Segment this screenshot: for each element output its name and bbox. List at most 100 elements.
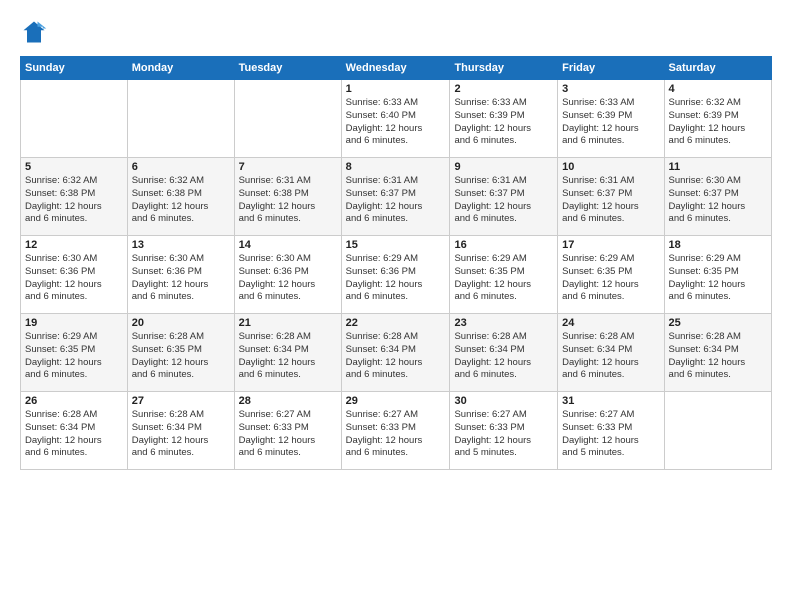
day-info: Sunrise: 6:33 AM Sunset: 6:39 PM Dayligh…: [562, 97, 659, 148]
day-info: Sunrise: 6:32 AM Sunset: 6:38 PM Dayligh…: [25, 175, 123, 226]
calendar-cell: 21 Sunrise: 6:28 AM Sunset: 6:34 PM Dayli…: [234, 314, 341, 392]
day-number: 3: [562, 83, 659, 95]
calendar-cell: 12 Sunrise: 6:30 AM Sunset: 6:36 PM Dayli…: [21, 236, 128, 314]
day-info: Sunrise: 6:29 AM Sunset: 6:35 PM Dayligh…: [669, 253, 767, 304]
day-number: 25: [669, 317, 767, 329]
calendar-cell: [234, 80, 341, 158]
week-row-4: 19Sunrise: 6:29 AM Sunset: 6:35 PM Dayli…: [21, 314, 772, 392]
day-info: Sunrise: 6:32 AM Sunset: 6:38 PM Dayligh…: [132, 175, 230, 226]
day-info: Sunrise: 6:28 AM Sunset: 6:34 PM Dayligh…: [132, 409, 230, 460]
day-number: 22: [346, 317, 446, 329]
day-info: Sunrise: 6:27 AM Sunset: 6:33 PM Dayligh…: [454, 409, 553, 460]
calendar-cell: 20 Sunrise: 6:28 AM Sunset: 6:35 PM Dayli…: [127, 314, 234, 392]
day-number: 6: [132, 161, 230, 173]
day-info: Sunrise: 6:27 AM Sunset: 6:33 PM Dayligh…: [239, 409, 337, 460]
calendar-cell: 4Sunrise: 6:32 AM Sunset: 6:39 PM Daylig…: [664, 80, 771, 158]
day-info: Sunrise: 6:30 AM Sunset: 6:37 PM Dayligh…: [669, 175, 767, 226]
calendar-cell: 31 Sunrise: 6:27 AM Sunset: 6:33 PM Dayli…: [558, 392, 664, 470]
day-number: 12: [25, 239, 123, 251]
day-info: Sunrise: 6:28 AM Sunset: 6:34 PM Dayligh…: [454, 331, 553, 382]
calendar-cell: [21, 80, 128, 158]
day-number: 18: [669, 239, 767, 251]
day-info: Sunrise: 6:29 AM Sunset: 6:36 PM Dayligh…: [346, 253, 446, 304]
day-info: Sunrise: 6:31 AM Sunset: 6:37 PM Dayligh…: [454, 175, 553, 226]
day-number: 16: [454, 239, 553, 251]
day-info: Sunrise: 6:33 AM Sunset: 6:40 PM Dayligh…: [346, 97, 446, 148]
day-number: 10: [562, 161, 659, 173]
calendar-cell: [127, 80, 234, 158]
calendar-cell: [664, 392, 771, 470]
day-number: 1: [346, 83, 446, 95]
week-row-3: 12 Sunrise: 6:30 AM Sunset: 6:36 PM Dayli…: [21, 236, 772, 314]
day-number: 27: [132, 395, 230, 407]
calendar-cell: 16 Sunrise: 6:29 AM Sunset: 6:35 PM Dayli…: [450, 236, 558, 314]
week-row-5: 26Sunrise: 6:28 AM Sunset: 6:34 PM Dayli…: [21, 392, 772, 470]
day-number: 24: [562, 317, 659, 329]
day-info: Sunrise: 6:33 AM Sunset: 6:39 PM Dayligh…: [454, 97, 553, 148]
day-number: 20: [132, 317, 230, 329]
week-row-2: 5 Sunrise: 6:32 AM Sunset: 6:38 PM Daylig…: [21, 158, 772, 236]
day-info: Sunrise: 6:28 AM Sunset: 6:34 PM Dayligh…: [562, 331, 659, 382]
calendar-cell: 25Sunrise: 6:28 AM Sunset: 6:34 PM Dayli…: [664, 314, 771, 392]
weekday-header-sunday: Sunday: [21, 57, 128, 80]
day-number: 2: [454, 83, 553, 95]
day-number: 21: [239, 317, 337, 329]
calendar-cell: 13 Sunrise: 6:30 AM Sunset: 6:36 PM Dayli…: [127, 236, 234, 314]
day-info: Sunrise: 6:29 AM Sunset: 6:35 PM Dayligh…: [25, 331, 123, 382]
calendar-cell: 3 Sunrise: 6:33 AM Sunset: 6:39 PM Daylig…: [558, 80, 664, 158]
calendar-cell: 27 Sunrise: 6:28 AM Sunset: 6:34 PM Dayli…: [127, 392, 234, 470]
day-number: 23: [454, 317, 553, 329]
calendar-cell: 7 Sunrise: 6:31 AM Sunset: 6:38 PM Daylig…: [234, 158, 341, 236]
logo: [20, 18, 52, 46]
weekday-header-wednesday: Wednesday: [341, 57, 450, 80]
day-info: Sunrise: 6:30 AM Sunset: 6:36 PM Dayligh…: [25, 253, 123, 304]
day-number: 15: [346, 239, 446, 251]
day-number: 9: [454, 161, 553, 173]
calendar-cell: 22 Sunrise: 6:28 AM Sunset: 6:34 PM Dayli…: [341, 314, 450, 392]
weekday-header-row: SundayMondayTuesdayWednesdayThursdayFrid…: [21, 57, 772, 80]
weekday-header-monday: Monday: [127, 57, 234, 80]
calendar-cell: 14 Sunrise: 6:30 AM Sunset: 6:36 PM Dayli…: [234, 236, 341, 314]
day-info: Sunrise: 6:29 AM Sunset: 6:35 PM Dayligh…: [562, 253, 659, 304]
day-info: Sunrise: 6:30 AM Sunset: 6:36 PM Dayligh…: [239, 253, 337, 304]
calendar-cell: 11 Sunrise: 6:30 AM Sunset: 6:37 PM Dayli…: [664, 158, 771, 236]
calendar-cell: 28 Sunrise: 6:27 AM Sunset: 6:33 PM Dayli…: [234, 392, 341, 470]
calendar-cell: 19Sunrise: 6:29 AM Sunset: 6:35 PM Dayli…: [21, 314, 128, 392]
calendar-cell: 15 Sunrise: 6:29 AM Sunset: 6:36 PM Dayli…: [341, 236, 450, 314]
day-info: Sunrise: 6:27 AM Sunset: 6:33 PM Dayligh…: [562, 409, 659, 460]
calendar-cell: 8Sunrise: 6:31 AM Sunset: 6:37 PM Daylig…: [341, 158, 450, 236]
calendar-cell: 24 Sunrise: 6:28 AM Sunset: 6:34 PM Dayli…: [558, 314, 664, 392]
day-number: 17: [562, 239, 659, 251]
day-info: Sunrise: 6:28 AM Sunset: 6:34 PM Dayligh…: [239, 331, 337, 382]
day-number: 11: [669, 161, 767, 173]
day-info: Sunrise: 6:28 AM Sunset: 6:34 PM Dayligh…: [25, 409, 123, 460]
day-number: 14: [239, 239, 337, 251]
calendar-cell: 9 Sunrise: 6:31 AM Sunset: 6:37 PM Daylig…: [450, 158, 558, 236]
calendar-cell: 6 Sunrise: 6:32 AM Sunset: 6:38 PM Daylig…: [127, 158, 234, 236]
calendar-cell: 5 Sunrise: 6:32 AM Sunset: 6:38 PM Daylig…: [21, 158, 128, 236]
day-number: 31: [562, 395, 659, 407]
day-number: 30: [454, 395, 553, 407]
day-number: 5: [25, 161, 123, 173]
day-info: Sunrise: 6:28 AM Sunset: 6:34 PM Dayligh…: [346, 331, 446, 382]
day-number: 13: [132, 239, 230, 251]
week-row-1: 1 Sunrise: 6:33 AM Sunset: 6:40 PM Daylig…: [21, 80, 772, 158]
logo-icon: [20, 18, 48, 46]
calendar-cell: 1 Sunrise: 6:33 AM Sunset: 6:40 PM Daylig…: [341, 80, 450, 158]
calendar-cell: 29Sunrise: 6:27 AM Sunset: 6:33 PM Dayli…: [341, 392, 450, 470]
calendar-cell: 18 Sunrise: 6:29 AM Sunset: 6:35 PM Dayli…: [664, 236, 771, 314]
calendar-cell: 10 Sunrise: 6:31 AM Sunset: 6:37 PM Dayli…: [558, 158, 664, 236]
calendar: SundayMondayTuesdayWednesdayThursdayFrid…: [20, 56, 772, 470]
day-info: Sunrise: 6:32 AM Sunset: 6:39 PM Dayligh…: [669, 97, 767, 148]
day-number: 8: [346, 161, 446, 173]
weekday-header-saturday: Saturday: [664, 57, 771, 80]
day-info: Sunrise: 6:31 AM Sunset: 6:37 PM Dayligh…: [562, 175, 659, 226]
page: SundayMondayTuesdayWednesdayThursdayFrid…: [0, 0, 792, 612]
day-number: 28: [239, 395, 337, 407]
weekday-header-thursday: Thursday: [450, 57, 558, 80]
day-info: Sunrise: 6:30 AM Sunset: 6:36 PM Dayligh…: [132, 253, 230, 304]
day-info: Sunrise: 6:28 AM Sunset: 6:35 PM Dayligh…: [132, 331, 230, 382]
day-info: Sunrise: 6:29 AM Sunset: 6:35 PM Dayligh…: [454, 253, 553, 304]
day-number: 7: [239, 161, 337, 173]
day-info: Sunrise: 6:31 AM Sunset: 6:38 PM Dayligh…: [239, 175, 337, 226]
